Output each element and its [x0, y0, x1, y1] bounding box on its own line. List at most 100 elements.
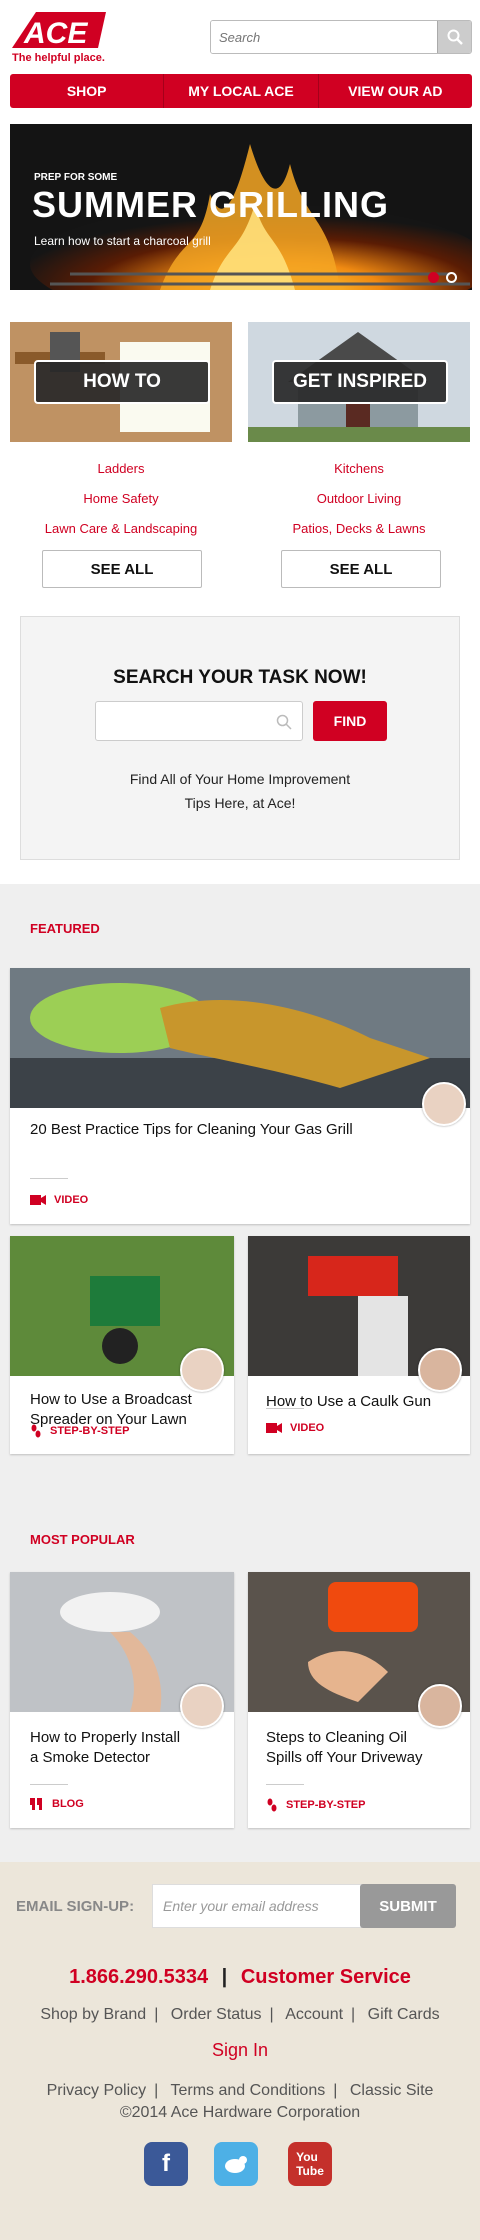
card-tag: VIDEO [266, 1422, 324, 1434]
sign-in-link[interactable]: Sign In [0, 2040, 480, 2061]
quote-icon [30, 1798, 42, 1810]
task-search-input[interactable] [95, 701, 303, 741]
ace-logo-icon: ACE [12, 12, 106, 50]
divider [266, 1784, 304, 1785]
get-inspired-tile[interactable]: GET INSPIRED [248, 322, 470, 442]
how-to-tile[interactable]: HOW TO [10, 322, 232, 442]
divider [30, 1784, 68, 1785]
divider [30, 1178, 68, 1179]
nav-shop[interactable]: SHOP [10, 74, 165, 108]
author-avatar [418, 1348, 462, 1392]
author-avatar [422, 1082, 466, 1126]
how-to-label: HOW TO [34, 360, 210, 404]
card-title: How to Use a Caulk Gun [266, 1392, 431, 1412]
howto-link-ladders[interactable]: Ladders [10, 461, 232, 476]
card-title: How to Properly Install a Smoke Detector [30, 1728, 180, 1768]
inspired-link-outdoor-living[interactable]: Outdoor Living [248, 491, 470, 506]
svg-text:ACE: ACE [23, 17, 88, 50]
footer-link-gift-cards[interactable]: Gift Cards [368, 2006, 440, 2023]
footer-links-row-2: Privacy Policy | Terms and Conditions | Cl… [46, 2082, 434, 2099]
youtube-icon[interactable]: You Tube [288, 2142, 332, 2186]
card-tag: BLOG [30, 1798, 84, 1810]
footer-link-shop-by-brand[interactable]: Shop by Brand [40, 2006, 146, 2023]
featured-main-card[interactable]: 20 Best Practice Tips for Cleaning Your … [10, 968, 470, 1224]
hero-banner[interactable]: PREP FOR SOME SUMMER GRILLING Learn how … [10, 124, 472, 290]
footer-link-account[interactable]: Account [285, 2006, 343, 2023]
main-nav: SHOP MY LOCAL ACE VIEW OUR AD [10, 74, 472, 108]
footprints-icon [31, 1424, 41, 1438]
video-camera-icon [30, 1195, 46, 1205]
card-title-line-2: Spills off Your Driveway [266, 1749, 423, 1766]
hero-eyebrow: PREP FOR SOME [34, 172, 118, 183]
twitter-icon[interactable] [214, 2142, 258, 2186]
most-popular-heading: MOST POPULAR [30, 1532, 135, 1547]
phone-number[interactable]: 1.866.290.5334 [69, 1966, 208, 1988]
tag-label: STEP-BY-STEP [286, 1799, 366, 1811]
task-copy-line-2: Tips Here, at Ace! [184, 795, 296, 811]
tag-label: VIDEO [54, 1194, 89, 1206]
card-title-line-1: How to Use a Caulk Gun [266, 1393, 432, 1410]
carousel-dot-2[interactable] [446, 272, 457, 283]
ace-logo[interactable]: ACE The helpful place. [10, 10, 120, 66]
popular-card-smoke-detector[interactable]: How to Properly Install a Smoke Detector… [10, 1572, 234, 1828]
task-copy-line-1: Find All of Your Home Improvement [129, 771, 351, 787]
search-button[interactable] [437, 21, 471, 53]
card-title: Steps to Cleaning Oil Spills off Your Dr… [266, 1728, 422, 1768]
hero-title: SUMMER GRILLING [32, 184, 389, 225]
carousel-dot-1[interactable] [428, 272, 439, 283]
email-signup-input[interactable]: Enter your email address [152, 1884, 362, 1928]
author-avatar [418, 1684, 462, 1728]
email-signup-label: EMAIL SIGN-UP: [16, 1898, 135, 1915]
card-tag: STEP-BY-STEP [30, 1424, 129, 1438]
site-footer: EMAIL SIGN-UP: Enter your email address … [0, 1862, 480, 2240]
author-avatar [180, 1684, 224, 1728]
howto-link-home-safety[interactable]: Home Safety [10, 491, 232, 506]
featured-heading: FEATURED [30, 921, 100, 936]
task-search-panel: SEARCH YOUR TASK NOW! FIND Find All of Y… [20, 616, 460, 860]
find-button[interactable]: FIND [313, 701, 387, 741]
footer-link-classic-site[interactable]: Classic Site [350, 2082, 434, 2099]
footer-link-terms[interactable]: Terms and Conditions [170, 2082, 325, 2099]
email-submit-button[interactable]: SUBMIT [360, 1884, 456, 1928]
author-avatar [180, 1348, 224, 1392]
featured-main-tag: VIDEO [30, 1194, 88, 1206]
footer-link-privacy[interactable]: Privacy Policy [47, 2082, 147, 2099]
divider [266, 1408, 304, 1409]
card-tag: STEP-BY-STEP [266, 1798, 365, 1812]
task-search-copy: Find All of Your Home Improvement Tips H… [21, 767, 459, 815]
customer-service-link[interactable]: Customer Service [241, 1966, 411, 1988]
hero-subtitle: Learn how to start a charcoal grill [34, 234, 211, 248]
card-title-line-1: How to Use a Broadcast [30, 1391, 192, 1408]
card-title-line-2: a Smoke Detector [30, 1749, 151, 1766]
grill-cleaning-image [10, 968, 470, 1108]
tag-label: VIDEO [290, 1422, 325, 1434]
nav-my-local-ace[interactable]: MY LOCAL ACE [164, 74, 319, 108]
copyright: ©2014 Ace Hardware Corporation [119, 2104, 361, 2121]
tag-label: STEP-BY-STEP [50, 1425, 130, 1437]
nav-view-our-ad[interactable]: VIEW OUR AD [319, 74, 472, 108]
howto-link-lawn-care[interactable]: Lawn Care & Landscaping [10, 521, 232, 536]
card-title-line-1: How to Properly Install [30, 1729, 181, 1746]
featured-main-title: 20 Best Practice Tips for Cleaning Your … [30, 1121, 353, 1138]
featured-card-caulk-gun[interactable]: How to Use a Caulk Gun VIDEO [248, 1236, 470, 1454]
featured-card-spreader[interactable]: How to Use a Broadcast Spreader on Your … [10, 1236, 234, 1454]
howto-see-all-button[interactable]: SEE ALL [42, 550, 202, 588]
footer-link-order-status[interactable]: Order Status [171, 2006, 262, 2023]
card-title-line-1: Steps to Cleaning Oil [266, 1729, 407, 1746]
phone-separator: | [221, 1966, 228, 1988]
search-input[interactable] [211, 21, 437, 53]
search-icon [447, 29, 463, 45]
inspired-see-all-button[interactable]: SEE ALL [281, 550, 441, 588]
inspired-link-patios[interactable]: Patios, Decks & Lawns [248, 521, 470, 536]
search-icon [276, 714, 292, 730]
task-search-title: SEARCH YOUR TASK NOW! [113, 667, 367, 688]
get-inspired-label: GET INSPIRED [272, 360, 448, 404]
logo-tagline: The helpful place. [12, 52, 105, 64]
video-camera-icon [266, 1423, 282, 1433]
footer-links-row-1: Shop by Brand | Order Status | Account | Gi… [40, 2006, 440, 2023]
facebook-icon[interactable]: f [144, 2142, 188, 2186]
popular-card-oil-spills[interactable]: Steps to Cleaning Oil Spills off Your Dr… [248, 1572, 470, 1828]
contact-line: 1.866.290.5334 | Customer Service [0, 1966, 480, 1989]
footprints-icon [267, 1798, 277, 1812]
inspired-link-kitchens[interactable]: Kitchens [248, 461, 470, 476]
